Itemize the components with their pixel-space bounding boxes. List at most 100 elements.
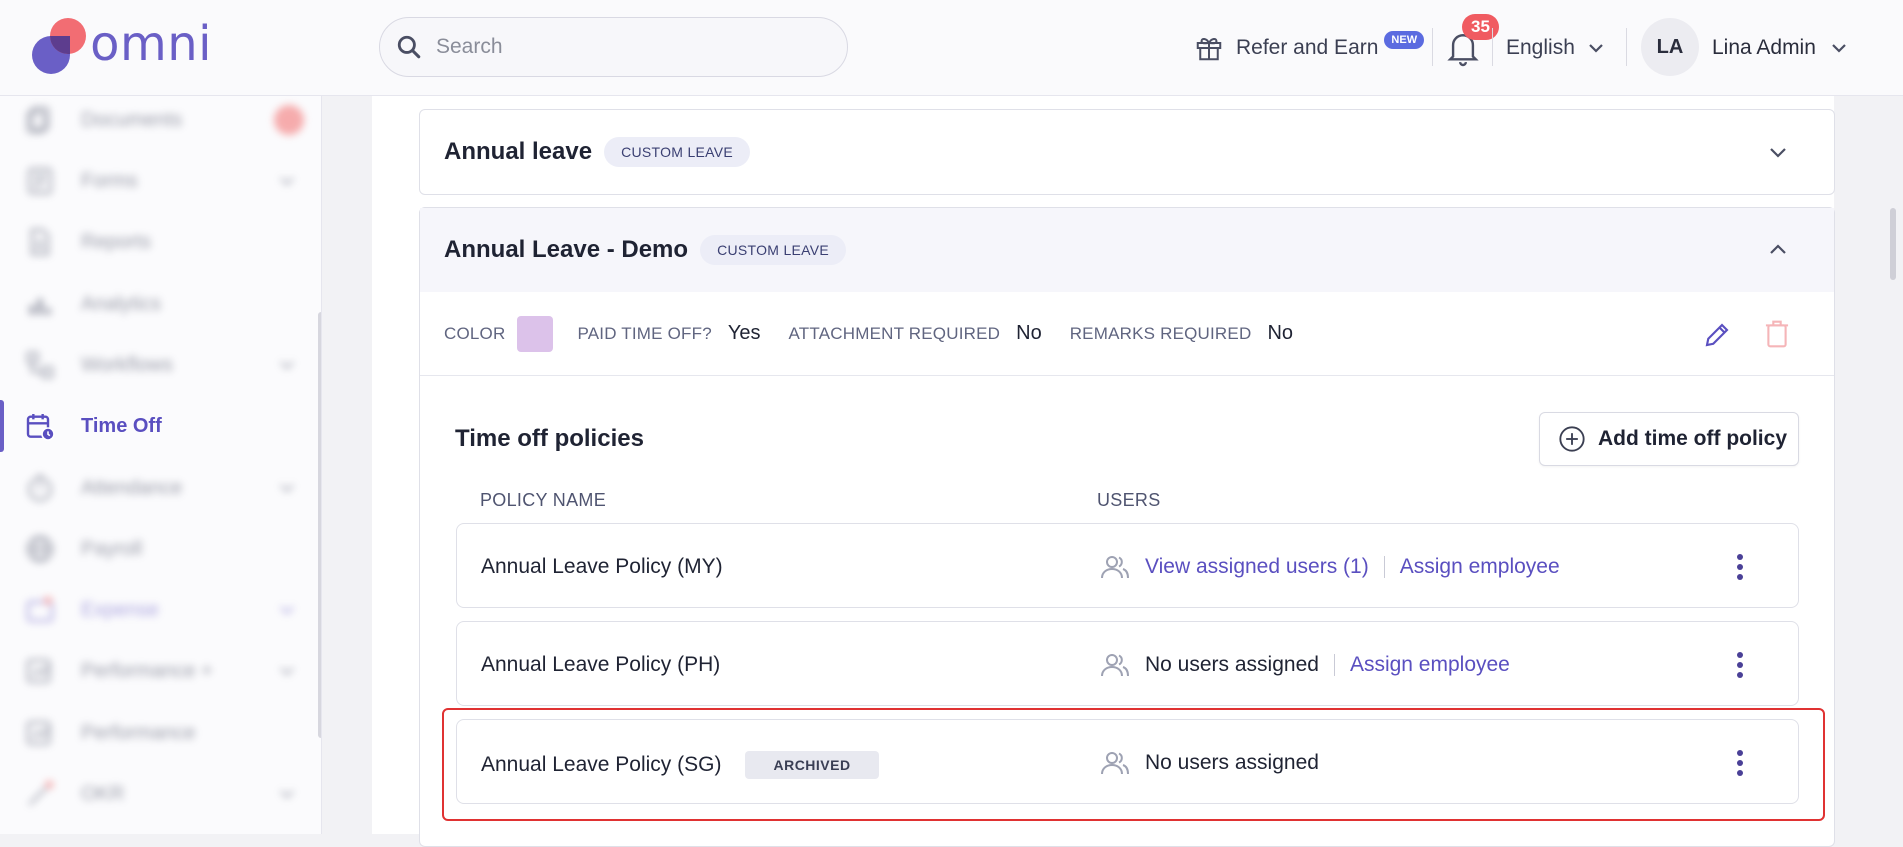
leave-type-card[interactable]: Annual leave CUSTOM LEAVE [419, 109, 1835, 195]
status-dot [274, 105, 304, 135]
notification-count-badge: 35 [1462, 14, 1499, 40]
sidebar-item-label: Payroll [81, 537, 143, 560]
sidebar-item-workflows[interactable]: Workflows [0, 339, 310, 391]
more-options-icon[interactable] [1734, 552, 1746, 582]
column-header-policy-name: POLICY NAME [480, 490, 607, 510]
chevron-down-icon [280, 361, 294, 370]
policy-name: Annual Leave Policy (SG) ARCHIVED [481, 751, 879, 779]
performance-icon [26, 659, 51, 683]
no-users-text: No users assigned [1145, 653, 1319, 676]
assign-employee-link[interactable]: Assign employee [1350, 653, 1510, 677]
sidebar-item-okr[interactable]: OKR [0, 768, 310, 820]
sidebar-item-documents[interactable]: Documents [0, 96, 310, 146]
search-input[interactable] [436, 35, 816, 59]
paid-time-off-label: PAID TIME OFF? [577, 323, 712, 343]
sidebar-item-analytics[interactable]: Analytics [0, 278, 310, 330]
sidebar-item-expense[interactable]: Expense [0, 584, 310, 636]
time-off-policies-title: Time off policies [455, 425, 644, 452]
sidebar-item-payroll[interactable]: Payroll [0, 523, 310, 575]
omni-logo[interactable]: omni [32, 18, 212, 74]
column-header-users: USERS [1097, 490, 1161, 510]
attachment-required-value: No [1016, 322, 1042, 344]
chevron-down-icon [280, 177, 294, 186]
okr-icon [28, 780, 54, 806]
gift-icon [1196, 38, 1222, 61]
divider [1432, 28, 1433, 66]
user-name: Lina Admin [1712, 36, 1816, 59]
view-assigned-users-link[interactable]: View assigned users (1) [1145, 555, 1369, 579]
more-options-icon[interactable] [1734, 748, 1746, 778]
logo-mark-icon [32, 18, 86, 74]
globe-icon [26, 535, 54, 563]
language-selector[interactable]: English [1506, 36, 1605, 60]
archived-tag: ARCHIVED [745, 751, 879, 779]
policy-name: Annual Leave Policy (MY) [481, 555, 723, 579]
attachment-required-label: ATTACHMENT REQUIRED [788, 323, 1001, 343]
policy-name-text: Annual Leave Policy (MY) [481, 555, 723, 578]
plus-circle-icon [1559, 426, 1585, 452]
sidebar-scrollbar[interactable] [318, 312, 321, 738]
top-bar: omni Refer and Earn NEW 35 English LA Li… [0, 0, 1903, 96]
sidebar-item-label: Performance [81, 721, 196, 744]
chevron-down-icon [280, 606, 294, 615]
documents-icon [26, 106, 50, 134]
trash-icon[interactable] [1762, 318, 1792, 350]
search-box[interactable] [379, 17, 848, 77]
policy-name-text: Annual Leave Policy (PH) [481, 653, 721, 676]
divider [1492, 28, 1493, 66]
avatar[interactable]: LA [1641, 18, 1699, 76]
sidebar: Documents Forms Reports Analytics Workfl… [0, 96, 322, 834]
sidebar-item-performance[interactable]: Performance [0, 707, 310, 759]
color-swatch [517, 315, 554, 352]
page-scrollbar[interactable] [1890, 208, 1896, 280]
sidebar-item-performance-plus[interactable]: Performance + [0, 645, 310, 697]
add-time-off-policy-button[interactable]: Add time off policy [1539, 412, 1799, 466]
leave-type-header[interactable]: Annual leave CUSTOM LEAVE [420, 110, 1834, 194]
search-icon [397, 35, 421, 59]
policy-users: No users assigned [1099, 750, 1319, 776]
chevron-up-icon[interactable] [1766, 238, 1790, 262]
remarks-required-label: REMARKS REQUIRED [1069, 323, 1252, 343]
chevron-down-icon [1589, 44, 1603, 53]
sidebar-item-label: Time Off [81, 414, 162, 437]
sidebar-item-label: Reports [81, 230, 152, 253]
paid-time-off-value: Yes [727, 322, 761, 344]
assign-employee-link[interactable]: Assign employee [1400, 555, 1560, 579]
users-icon [1101, 556, 1129, 579]
sidebar-item-label: OKR [81, 782, 125, 805]
sidebar-item-forms[interactable]: Forms [0, 155, 310, 207]
custom-leave-tag: CUSTOM LEAVE [700, 235, 847, 265]
sidebar-item-label: Expense [81, 598, 159, 621]
policy-row[interactable]: Annual Leave Policy (SG) ARCHIVED No use… [456, 719, 1799, 804]
leave-type-title: Annual Leave - Demo [444, 236, 689, 263]
users-icon [1101, 654, 1129, 677]
sidebar-item-label: Documents [81, 108, 183, 131]
sidebar-item-time-off[interactable]: Time Off [0, 400, 310, 452]
sidebar-item-label: Performance + [81, 659, 213, 682]
policy-row[interactable]: Annual Leave Policy (PH) No users assign… [456, 621, 1799, 706]
sidebar-item-reports[interactable]: Reports [0, 216, 310, 268]
policy-name-text: Annual Leave Policy (SG) [481, 753, 722, 776]
user-menu[interactable]: Lina Admin [1712, 36, 1848, 60]
new-badge: NEW [1384, 31, 1425, 49]
chevron-down-icon [280, 667, 294, 676]
divider [1626, 28, 1627, 66]
logo-text: omni [90, 16, 212, 72]
no-users-text: No users assigned [1145, 751, 1319, 774]
custom-leave-tag: CUSTOM LEAVE [604, 137, 751, 167]
policy-row[interactable]: Annual Leave Policy (MY) View assigned u… [456, 523, 1799, 608]
active-indicator [0, 400, 4, 452]
pencil-icon[interactable] [1702, 320, 1732, 350]
more-options-icon[interactable] [1734, 650, 1746, 680]
sidebar-item-label: Workflows [81, 353, 173, 376]
chevron-down-icon[interactable] [1766, 140, 1790, 164]
sidebar-item-attendance[interactable]: Attendance [0, 462, 310, 514]
add-time-off-policy-label: Add time off policy [1598, 427, 1787, 450]
workflows-icon [26, 351, 54, 379]
analytics-icon [29, 298, 51, 315]
leave-type-title: Annual leave [444, 138, 593, 165]
refer-and-earn-link[interactable]: Refer and Earn NEW [1194, 30, 1425, 66]
leave-type-header[interactable]: Annual Leave - Demo CUSTOM LEAVE [420, 208, 1834, 292]
stopwatch-icon [28, 474, 52, 502]
policy-users: No users assigned Assign employee [1099, 652, 1510, 678]
